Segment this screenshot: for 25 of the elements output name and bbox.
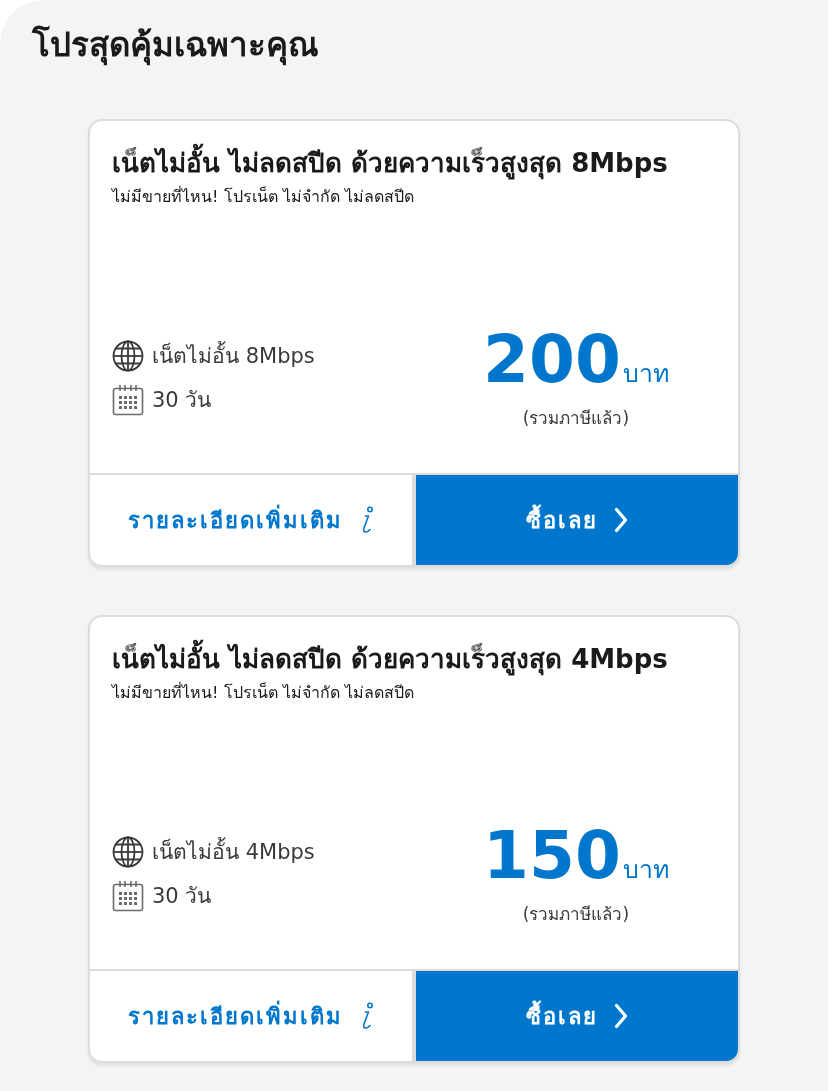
globe-icon	[112, 835, 144, 868]
section-title: โปรสุดคุ้มเฉพาะคุณ	[32, 24, 320, 68]
price-amount: 150	[483, 820, 621, 892]
calendar-icon	[112, 879, 144, 912]
chevron-right-icon	[614, 1003, 628, 1029]
chevron-right-icon	[614, 507, 628, 533]
calendar-icon	[112, 383, 144, 416]
price-currency: บาท	[622, 358, 669, 390]
details-button[interactable]: รายละเอียดเพิ่มเติม	[90, 475, 412, 565]
feature-text: เน็ตไม่อั้น 4Mbps	[152, 836, 315, 866]
price-amount: 200	[483, 324, 621, 396]
offer-title: เน็ตไม่อั้น ไม่ลดสปีด ด้วยความเร็วสูงสุด 4Mbps	[112, 641, 716, 677]
feature-text: 30 วัน	[152, 882, 212, 910]
buy-button[interactable]: ซื้อเลย	[416, 971, 738, 1061]
offer-tagline: ไม่มีขายที่ไหน! โปรเน็ต ไม่จำกัด ไม่ลดสปีด	[112, 185, 415, 208]
feature-text: 30 วัน	[152, 386, 212, 414]
feature-text: เน็ตไม่อั้น 8Mbps	[152, 340, 315, 370]
price-note: (รวมภาษีแล้ว)	[522, 407, 630, 430]
offer-tagline: ไม่มีขายที่ไหน! โปรเน็ต ไม่จำกัด ไม่ลดสปีด	[112, 681, 415, 704]
buy-button[interactable]: ซื้อเลย	[416, 475, 738, 565]
price-currency: บาท	[622, 854, 669, 886]
price-note: (รวมภาษีแล้ว)	[522, 903, 630, 926]
details-button[interactable]: รายละเอียดเพิ่มเติม	[90, 971, 412, 1061]
globe-icon	[112, 339, 144, 372]
offer-title: เน็ตไม่อั้น ไม่ลดสปีด ด้วยความเร็วสูงสุด 8Mbps	[112, 145, 716, 181]
